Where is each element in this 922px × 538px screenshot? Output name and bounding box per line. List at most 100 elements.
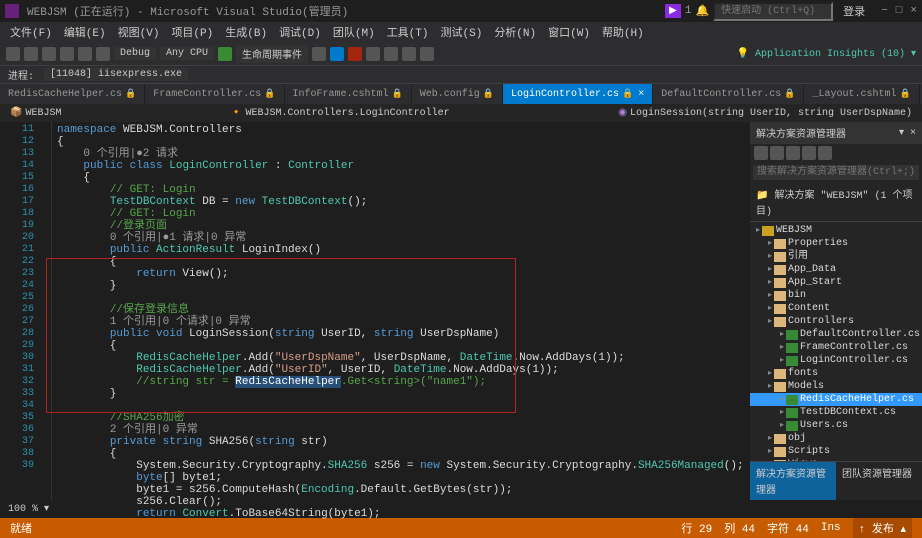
tab-layout[interactable]: _Layout.cshtml 🔒 — [804, 84, 919, 104]
menu-analyze[interactable]: 分析(N) — [488, 22, 542, 42]
tab-infoframe[interactable]: InfoFrame.cshtml 🔒 — [285, 84, 412, 104]
solution-explorer: 解决方案资源管理器▾ × 📁 解决方案 "WEBJSM" (1 个项目) ▸WE… — [750, 122, 922, 500]
breadcrumb-asm[interactable]: 📦 WEBJSM — [10, 107, 61, 119]
menu-debug[interactable]: 调试(D) — [273, 22, 327, 42]
tree-item[interactable]: ▸WEBJSM — [750, 224, 922, 237]
undo-icon[interactable] — [96, 47, 110, 61]
menu-window[interactable]: 窗口(W) — [542, 22, 596, 42]
breadcrumb: 📦 WEBJSM 🔸 WEBJSM.Controllers.LoginContr… — [0, 104, 922, 122]
tree-item[interactable]: ▸Content — [750, 302, 922, 315]
solution-search — [750, 162, 922, 183]
vs-logo-icon — [5, 4, 19, 18]
collapse-icon[interactable] — [786, 146, 800, 160]
zoom-dropdown-icon[interactable]: ▾ — [44, 503, 49, 515]
tree-item[interactable]: ▸fonts — [750, 367, 922, 380]
menu-tools[interactable]: 工具(T) — [381, 22, 435, 42]
code-editor[interactable]: 1112131415161718192021222324252627282930… — [0, 122, 750, 500]
app-insights-link[interactable]: 💡 Application Insights (10) ▾ — [736, 48, 916, 60]
home-icon[interactable] — [754, 146, 768, 160]
tab-solution-explorer[interactable]: 解决方案资源管理器 — [750, 461, 836, 500]
tree-item[interactable]: ▸bin — [750, 289, 922, 302]
maximize-button[interactable]: □ — [896, 5, 903, 17]
breadcrumb-ns[interactable]: 🔸 WEBJSM.Controllers.LoginController — [230, 107, 450, 119]
close-button[interactable]: × — [910, 5, 917, 17]
tab-framectrl[interactable]: FrameController.cs 🔒 — [145, 84, 284, 104]
close-icon[interactable]: × — [638, 89, 644, 100]
refresh-icon[interactable] — [770, 146, 784, 160]
solution-search-input[interactable] — [753, 165, 919, 180]
tree-item[interactable]: ▸Controllers — [750, 315, 922, 328]
tab-loginctrl[interactable]: LoginController.cs 🔒× — [503, 84, 653, 104]
menu-view[interactable]: 视图(V) — [112, 22, 166, 42]
main-area: 1112131415161718192021222324252627282930… — [0, 122, 922, 500]
tree-item[interactable]: ▸RedisCacheHelper.cs — [750, 393, 922, 406]
tab-defaultctrl[interactable]: DefaultController.cs 🔒 — [653, 84, 804, 104]
tree-item[interactable]: ▸Users.cs — [750, 419, 922, 432]
menu-bar: 文件(F) 编辑(E) 视图(V) 项目(P) 生成(B) 调试(D) 团队(M… — [0, 22, 922, 42]
status-ready: 就绪 — [10, 520, 32, 536]
tree-item[interactable]: ▸obj — [750, 432, 922, 445]
tab-webconfig[interactable]: Web.config 🔒 — [412, 84, 503, 104]
breadcrumb-member[interactable]: ◉ LoginSession(string UserID, string Use… — [618, 107, 912, 119]
refresh-icon[interactable] — [312, 47, 326, 61]
continue-icon[interactable] — [218, 47, 232, 61]
tree-item[interactable]: ▸Properties — [750, 237, 922, 250]
stop-icon[interactable] — [348, 47, 362, 61]
back-icon[interactable] — [6, 47, 20, 61]
save-icon[interactable] — [78, 47, 92, 61]
menu-project[interactable]: 项目(P) — [165, 22, 219, 42]
fold-margin[interactable] — [40, 122, 52, 500]
config-combo[interactable]: Debug — [114, 47, 156, 60]
process-bar: 进程: [11048] iisexpress.exe — [0, 66, 922, 84]
show-all-icon[interactable] — [802, 146, 816, 160]
lock-icon: 🔒 — [125, 89, 136, 99]
tab-redis[interactable]: RedisCacheHelper.cs 🔒 — [0, 84, 145, 104]
login-link[interactable]: 登录 — [843, 3, 865, 19]
solution-root[interactable]: 📁 解决方案 "WEBJSM" (1 个项目) — [750, 183, 922, 222]
menu-build[interactable]: 生成(B) — [219, 22, 273, 42]
menu-edit[interactable]: 编辑(E) — [58, 22, 112, 42]
window-title: WEBJSM (正在运行) - Microsoft Visual Studio(… — [27, 3, 665, 19]
lock-icon: 🔒 — [622, 89, 633, 99]
tree-item[interactable]: ▸LoginController.cs — [750, 354, 922, 367]
notification-icon[interactable]: 🔔 — [695, 4, 709, 18]
tree-item[interactable]: ▸FrameController.cs — [750, 341, 922, 354]
tree-item[interactable]: ▸TestDBContext.cs — [750, 406, 922, 419]
platform-combo[interactable]: Any CPU — [160, 47, 214, 60]
line-numbers: 1112131415161718192021222324252627282930… — [0, 122, 40, 500]
tree-item[interactable]: ▸Scripts — [750, 445, 922, 458]
minimize-button[interactable]: − — [881, 5, 888, 17]
menu-team[interactable]: 团队(M) — [327, 22, 381, 42]
open-icon[interactable] — [60, 47, 74, 61]
new-icon[interactable] — [42, 47, 56, 61]
step-over-icon[interactable] — [402, 47, 416, 61]
lock-icon: 🔒 — [784, 89, 795, 99]
menu-test[interactable]: 测试(S) — [435, 22, 489, 42]
step-into-icon[interactable] — [384, 47, 398, 61]
tab-team-explorer[interactable]: 团队资源管理器 — [836, 461, 922, 500]
menu-help[interactable]: 帮助(H) — [596, 22, 650, 42]
tree-item[interactable]: ▸引用 — [750, 250, 922, 263]
tree-item[interactable]: ▸App_Data — [750, 263, 922, 276]
tree-item[interactable]: ▸DefaultController.cs — [750, 328, 922, 341]
props-icon[interactable] — [818, 146, 832, 160]
process-label: 进程: — [8, 67, 34, 83]
fwd-icon[interactable] — [24, 47, 38, 61]
zoom-level[interactable]: 100 % — [8, 504, 38, 515]
lifecycle-combo[interactable]: 生命周期事件 — [236, 45, 308, 63]
solution-tree: ▸WEBJSM▸Properties▸引用▸App_Data▸App_Start… — [750, 222, 922, 461]
quick-launch-input[interactable] — [713, 2, 833, 21]
process-combo[interactable]: [11048] iisexpress.exe — [44, 68, 188, 81]
code-content[interactable]: namespace WEBJSM.Controllers { 0 个引用|●2 … — [52, 122, 750, 500]
tree-item[interactable]: ▸Models — [750, 380, 922, 393]
lock-icon: 🔒 — [392, 89, 403, 99]
menu-file[interactable]: 文件(F) — [4, 22, 58, 42]
restart-icon[interactable] — [366, 47, 380, 61]
publish-button[interactable]: ↑ 发布 ▴ — [853, 518, 912, 538]
step-out-icon[interactable] — [420, 47, 434, 61]
lock-icon: 🔒 — [483, 89, 494, 99]
tree-item[interactable]: ▸App_Start — [750, 276, 922, 289]
flag-icon[interactable]: ▶ — [665, 4, 681, 18]
notification-count[interactable]: 1 — [685, 5, 692, 17]
pause-icon[interactable] — [330, 47, 344, 61]
